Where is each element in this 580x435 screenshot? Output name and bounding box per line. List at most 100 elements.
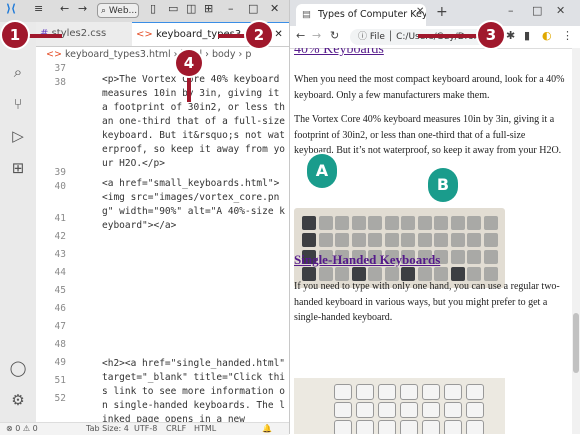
search-icon[interactable]: ⌕ [8, 62, 28, 82]
command-search-input[interactable]: ⌕ Web... [97, 3, 139, 18]
close-tab-icon[interactable]: ✕ [416, 6, 424, 17]
command-search-label: Web... [108, 6, 138, 16]
profile-icon[interactable]: ◐ [542, 29, 552, 42]
back-arrow-icon[interactable]: ← [296, 29, 305, 42]
keyboard-key-graphic [444, 384, 462, 400]
reload-icon[interactable]: ↻ [330, 29, 339, 42]
keyboard-key-graphic [384, 233, 399, 247]
line-number: 40 [54, 181, 66, 192]
back-arrow-icon[interactable]: ← [60, 2, 69, 15]
html-file-icon: <> [46, 49, 62, 60]
line-number: 37 [54, 63, 66, 74]
vortex-core-keyboard-image[interactable] [294, 208, 505, 288]
keyboard-key-graphic [422, 420, 440, 434]
browser-tab-title: Types of Computer Keyboards [318, 9, 426, 20]
forward-arrow-icon[interactable]: → [78, 2, 87, 15]
keyboard-key-graphic [368, 233, 382, 247]
tab-close-icon[interactable]: ✕ [274, 29, 282, 40]
keyboard-key-graphic [356, 402, 374, 418]
code-area[interactable]: 37 38 <p>The Vortex Core 40% keyboard me… [36, 63, 289, 422]
scrollbar-thumb[interactable] [573, 313, 579, 373]
extensions-icon[interactable]: ⊞ [8, 158, 28, 178]
problems-count[interactable]: ⊗ 0 ⚠ 0 [6, 423, 38, 435]
callout-badge-2: 2 [246, 22, 272, 48]
keyboard-key-graphic [483, 216, 498, 230]
more-menu-icon[interactable]: ⋮ [562, 29, 573, 42]
vscode-logo-icon: ⟩⟨ [6, 2, 17, 15]
tab-size-status[interactable]: Tab Size: 4 [86, 423, 129, 435]
keyboard-key-graphic [368, 216, 382, 230]
keyboard-key-graphic [450, 233, 465, 247]
page-scrollbar[interactable] [572, 48, 580, 434]
breadcrumb-item[interactable]: p [245, 49, 251, 60]
keyboard-key-graphic [318, 233, 333, 247]
keyboard-key-graphic [378, 384, 396, 400]
heading-single-handed-keyboards[interactable]: Single-Handed Keyboards [294, 252, 440, 268]
encoding-status[interactable]: UTF-8 [134, 423, 157, 435]
code-line-40[interactable]: <a href="small_keyboards.html"> <img src… [102, 177, 288, 233]
keyboard-key-graphic [400, 402, 418, 418]
keyboard-key-graphic [334, 402, 352, 418]
maximize-icon[interactable]: □ [532, 4, 542, 17]
line-number: 47 [54, 321, 66, 332]
split-editor-icon[interactable]: ◫ [186, 2, 196, 15]
para-vortex-core: The Vortex Core 40% keyboard measures 10… [294, 114, 562, 156]
line-number: 48 [54, 339, 66, 350]
line-number: 43 [54, 249, 66, 260]
keyboard-key-graphic [335, 216, 349, 230]
forward-arrow-icon[interactable]: → [312, 29, 321, 42]
para-40-intro: When you need the most compact keyboard … [294, 74, 565, 101]
minimize-icon[interactable]: – [508, 4, 514, 17]
maximize-icon[interactable]: □ [248, 2, 258, 15]
marker-a: A [307, 154, 337, 188]
extensions-icon[interactable]: ✱ [506, 29, 515, 42]
customize-layout-icon[interactable]: ⊞ [204, 2, 213, 15]
keyboard-key-graphic [467, 216, 481, 230]
language-status[interactable]: HTML [194, 423, 216, 435]
code-line-38[interactable]: <p>The Vortex Core 40% keyboard measures… [102, 73, 288, 171]
line-number: 45 [54, 285, 66, 296]
line-number: 41 [54, 213, 66, 224]
keyboard-key-graphic [422, 384, 440, 400]
sidebar-icon[interactable]: ▮ [524, 29, 530, 42]
new-tab-icon[interactable]: + [436, 4, 448, 20]
minimize-icon[interactable]: – [228, 2, 234, 15]
keyboard-key-graphic [466, 420, 484, 434]
keyboard-key-graphic [351, 216, 366, 230]
eol-status[interactable]: CRLF [166, 423, 186, 435]
toggle-sidebar-icon[interactable]: ▯ [150, 2, 156, 15]
keyboard-key-graphic [434, 216, 448, 230]
heading-40-keyboards[interactable]: 40% Keyboards [294, 48, 384, 58]
line-number: 51 [54, 375, 66, 386]
source-control-icon[interactable]: ⑂ [8, 94, 28, 114]
keyboard-key-graphic [450, 216, 465, 230]
breadcrumb-item[interactable]: keyboard_types3.html [65, 49, 171, 60]
keyboard-key-graphic [444, 402, 462, 418]
account-icon[interactable]: ◯ [8, 358, 28, 378]
keyboard-key-graphic [356, 420, 374, 434]
keyboard-key-graphic [417, 216, 432, 230]
menu-icon[interactable]: ≡ [34, 2, 43, 15]
marker-b: B [428, 168, 458, 202]
toggle-panel-icon[interactable]: ▭ [168, 2, 178, 15]
url-prefix: File [369, 32, 385, 42]
line-number: 42 [54, 231, 66, 242]
line-number: 39 [54, 167, 66, 178]
keyboard-key-graphic [302, 216, 316, 230]
callout-badge-3: 3 [478, 22, 504, 48]
browser-tab[interactable]: ▤ Types of Computer Keyboards [296, 4, 426, 26]
run-debug-icon[interactable]: ▷ [8, 126, 28, 146]
code-line-52[interactable]: <h2><a href="single_handed.html" target=… [102, 357, 288, 422]
keyboard-key-graphic [335, 233, 349, 247]
keyboard-key-graphic [466, 402, 484, 418]
page-icon: ▤ [302, 9, 311, 20]
breadcrumb-item[interactable]: body [212, 49, 236, 60]
close-window-icon[interactable]: ✕ [270, 2, 279, 15]
close-window-icon[interactable]: ✕ [556, 4, 565, 17]
web-page-content: 40% Keyboards When you need the most com… [290, 48, 572, 434]
keyboard-key-graphic [422, 402, 440, 418]
notifications-bell-icon[interactable]: 🔔 [262, 423, 272, 435]
settings-gear-icon[interactable]: ⚙ [8, 390, 28, 410]
keyboard-key-graphic [417, 233, 432, 247]
keyboard-key-graphic [384, 216, 399, 230]
